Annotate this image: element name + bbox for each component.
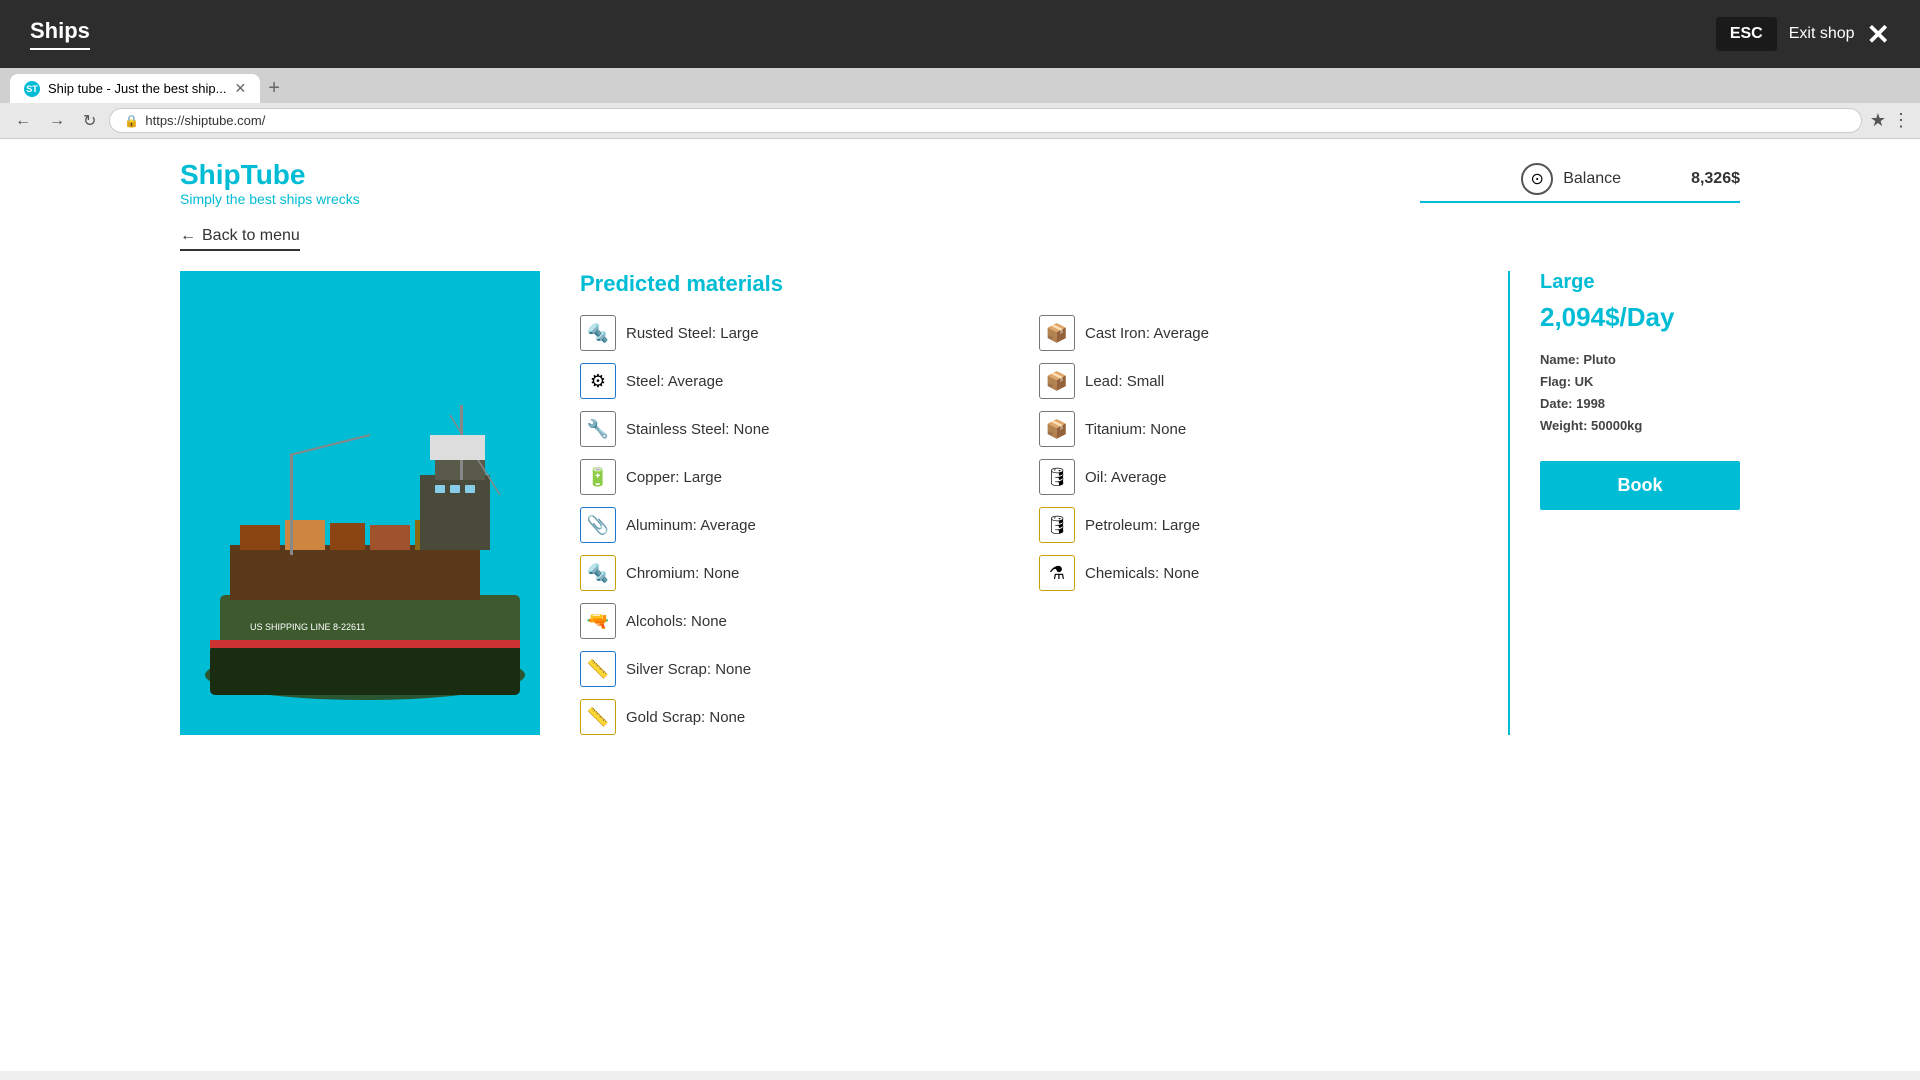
titanium-label: Titanium: None [1085,421,1186,438]
game-controls: ESC Exit shop ✕ [1716,17,1890,51]
browser-tab[interactable]: ST Ship tube - Just the best ship... ✕ [10,74,260,103]
stainless-steel-icon: 🔧 [580,411,616,447]
balance-value: 8,326$ [1691,170,1740,188]
list-item: 📦 Titanium: None [1039,411,1458,447]
chemicals-icon: ⚗ [1039,555,1075,591]
brand-tagline: Simply the best ships wrecks [180,191,360,207]
gold-scrap-label: Gold Scrap: None [626,709,745,726]
list-item: 🔩 Chromium: None [580,555,999,591]
url-text: https://shiptube.com/ [145,113,265,128]
reload-button[interactable]: ↻ [78,109,101,133]
browser-tabs: ST Ship tube - Just the best ship... ✕ + [0,68,1920,103]
tab-close-button[interactable]: ✕ [235,80,247,97]
back-label: Back to menu [202,227,300,245]
aluminum-label: Aluminum: Average [626,517,756,534]
petroleum-label: Petroleum: Large [1085,517,1200,534]
list-item: 🔩 Rusted Steel: Large [580,315,999,351]
tab-title: Ship tube - Just the best ship... [48,81,227,96]
browser-addressbar: ← → ↻ 🔒 https://shiptube.com/ ★ ⋮ [0,103,1920,138]
list-item: 🔫 Alcohols: None [580,603,999,639]
balance-icon: ⊙ [1521,163,1553,195]
list-item: 📦 Lead: Small [1039,363,1458,399]
silver-scrap-icon: 📏 [580,651,616,687]
balance-area: ⊙ Balance 8,326$ [1420,163,1740,203]
stainless-steel-label: Stainless Steel: None [626,421,769,438]
cast-iron-icon: 📦 [1039,315,1075,351]
weight-label: Weight: 50000kg [1540,418,1642,433]
date-label: Date: 1998 [1540,396,1605,411]
steel-label: Steel: Average [626,373,723,390]
list-item: 🔧 Stainless Steel: None [580,411,999,447]
brand-name: ShipTube [180,159,360,191]
forward-nav-button[interactable]: → [44,110,70,132]
ship-size: Large [1540,271,1740,294]
exit-shop-label: Exit shop [1789,25,1855,43]
ship-price: 2,094$/Day [1540,302,1740,333]
back-nav-button[interactable]: ← [10,110,36,132]
materials-section: Predicted materials 🔩 Rusted Steel: Larg… [540,271,1498,735]
titanium-icon: 📦 [1039,411,1075,447]
materials-col2: 📦 Cast Iron: Average 📦 Lead: Small 📦 Tit… [1039,315,1458,735]
ship-image-area: US SHIPPING LINE 8-22611 [180,271,540,735]
oil-icon: 🛢 [1039,459,1075,495]
copper-icon: 🔋 [580,459,616,495]
page-content: ShipTube Simply the best ships wrecks ⊙ … [0,139,1920,1071]
name-label: Name: Pluto [1540,352,1616,367]
lock-icon: 🔒 [124,114,139,128]
address-bar[interactable]: 🔒 https://shiptube.com/ [109,108,1861,133]
vertical-divider [1508,271,1510,735]
aluminum-icon: 📎 [580,507,616,543]
list-item: 📦 Cast Iron: Average [1039,315,1458,351]
ship-svg: US SHIPPING LINE 8-22611 [180,315,540,735]
bookmark-button[interactable]: ★ [1870,110,1886,131]
lead-label: Lead: Small [1085,373,1164,390]
alcohols-label: Alcohols: None [626,613,727,630]
ship-details-panel: Large 2,094$/Day Name: Pluto Flag: UK Da… [1520,271,1740,735]
flag-label: Flag: UK [1540,374,1593,389]
petroleum-icon: 🛢 [1039,507,1075,543]
steel-icon: ⚙ [580,363,616,399]
close-button[interactable]: ✕ [1867,18,1890,51]
list-item: 🔋 Copper: Large [580,459,999,495]
tab-favicon: ST [24,81,40,97]
balance-label: Balance [1563,170,1621,188]
book-button[interactable]: Book [1540,461,1740,510]
list-item: 🛢 Petroleum: Large [1039,507,1458,543]
main-grid: US SHIPPING LINE 8-22611 Predicted mater… [180,271,1740,735]
svg-text:US SHIPPING LINE 8-22611: US SHIPPING LINE 8-22611 [250,622,365,632]
list-item: 🛢 Oil: Average [1039,459,1458,495]
esc-button[interactable]: ESC [1716,17,1777,51]
list-item: 📎 Aluminum: Average [580,507,999,543]
ship-info: Name: Pluto Flag: UK Date: 1998 Weight: … [1540,349,1740,437]
oil-label: Oil: Average [1085,469,1166,486]
chemicals-label: Chemicals: None [1085,565,1199,582]
back-to-menu-button[interactable]: ← Back to menu [180,227,300,251]
silver-scrap-label: Silver Scrap: None [626,661,751,678]
list-item: ⚗ Chemicals: None [1039,555,1458,591]
browser-chrome: ST Ship tube - Just the best ship... ✕ +… [0,68,1920,139]
brand-logo-area: ShipTube Simply the best ships wrecks [180,159,360,207]
browser-menu-button[interactable]: ⋮ [1892,110,1910,131]
new-tab-button[interactable]: + [260,77,288,100]
rusted-steel-icon: 🔩 [580,315,616,351]
chromium-label: Chromium: None [626,565,739,582]
alcohols-icon: 🔫 [580,603,616,639]
materials-col1: 🔩 Rusted Steel: Large ⚙ Steel: Average 🔧… [580,315,999,735]
list-item: 📏 Gold Scrap: None [580,699,999,735]
gold-scrap-icon: 📏 [580,699,616,735]
game-title: Ships [30,18,90,50]
rusted-steel-label: Rusted Steel: Large [626,325,759,342]
chromium-icon: 🔩 [580,555,616,591]
copper-label: Copper: Large [626,469,722,486]
lead-icon: 📦 [1039,363,1075,399]
list-item: ⚙ Steel: Average [580,363,999,399]
game-topbar: Ships ESC Exit shop ✕ [0,0,1920,68]
materials-title: Predicted materials [580,271,1458,297]
cast-iron-label: Cast Iron: Average [1085,325,1209,342]
list-item: 📏 Silver Scrap: None [580,651,999,687]
back-arrow-icon: ← [180,227,196,245]
site-header: ShipTube Simply the best ships wrecks ⊙ … [180,159,1740,207]
materials-grid: 🔩 Rusted Steel: Large ⚙ Steel: Average 🔧… [580,315,1458,735]
browser-actions: ★ ⋮ [1870,110,1910,131]
